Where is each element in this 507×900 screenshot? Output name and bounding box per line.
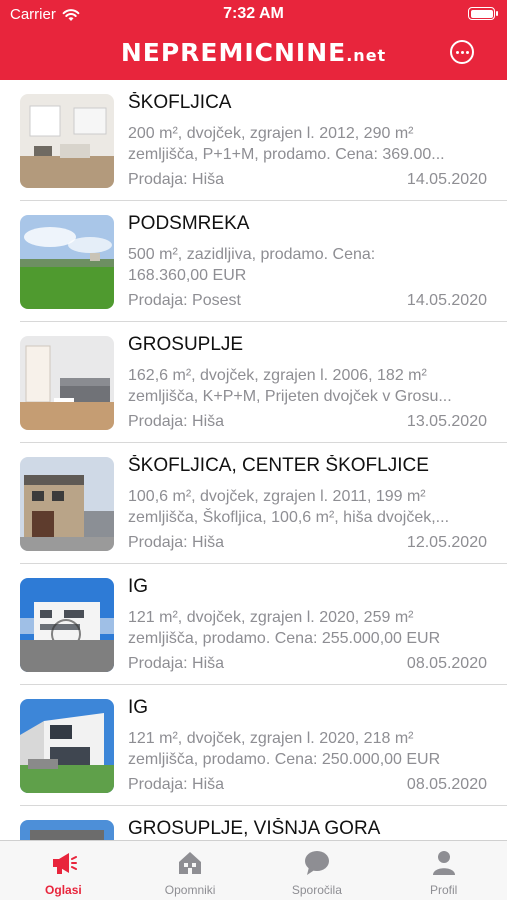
listing-list[interactable]: ŠKOFLJICA 200 m², dvojček, zgrajen l. 20…: [0, 80, 507, 840]
description-line: zemljišča, P+1+M, prodamo. Cena: 369.00.…: [128, 146, 445, 163]
dot: [460, 50, 464, 54]
listing-title: GROSUPLJE: [128, 334, 244, 355]
nav-bar: NEPREMICNINE.net: [0, 30, 507, 78]
listing-row[interactable]: GROSUPLJE 162,6 m², dvojček, zgrajen l. …: [0, 322, 507, 443]
tab-bar: Oglasi Opomniki Sporočila Profil: [0, 840, 507, 900]
listing-description: 500 m², zazidljiva, prodamo. Cena: 168.3…: [128, 244, 480, 286]
description-line: 200 m², dvojček, zgrajen l. 2012, 290 m²: [128, 125, 414, 142]
tab-oglasi[interactable]: Oglasi: [0, 841, 127, 900]
listing-row[interactable]: ŠKOFLJICA, CENTER ŠKOFLJICE 100,6 m², dv…: [0, 443, 507, 564]
tab-opomniki[interactable]: Opomniki: [127, 841, 254, 900]
listing-description: 162,6 m², dvojček, zgrajen l. 2006, 182 …: [128, 365, 480, 407]
tab-sporocila[interactable]: Sporočila: [254, 841, 381, 900]
listing-thumbnail: [20, 94, 114, 188]
listing-date: 08.05.2020: [406, 655, 487, 672]
tab-label: Opomniki: [164, 883, 216, 897]
dot: [455, 50, 459, 54]
more-options-button[interactable]: [450, 40, 474, 64]
tab-label: Profil: [429, 883, 458, 897]
listing-title: IG: [128, 576, 149, 597]
listing-thumbnail: [20, 336, 114, 430]
listing-type: Prodaja: Posest: [128, 292, 241, 309]
description-line: 162,6 m², dvojček, zgrajen l. 2006, 182 …: [128, 367, 427, 384]
listing-description: 200 m², dvojček, zgrajen l. 2012, 290 m²…: [128, 123, 480, 165]
listing-title: PODSMREKA: [128, 213, 250, 234]
description-line: 168.360,00 EUR: [128, 267, 247, 284]
tab-profil[interactable]: Profil: [380, 841, 507, 900]
description-line: 500 m², zazidljiva, prodamo. Cena:: [128, 246, 376, 263]
listing-date: 08.05.2020: [406, 776, 487, 793]
house-icon: [179, 852, 202, 874]
listing-type: Prodaja: Hiša: [128, 413, 225, 430]
tab-label: Sporočila: [291, 883, 342, 897]
status-time: 7:32 AM: [223, 5, 284, 22]
listing-row[interactable]: GROSUPLJE, VIŠNJA GORA: [0, 806, 507, 840]
listing-row[interactable]: IG 121 m², dvojček, zgrajen l. 2020, 218…: [0, 685, 507, 806]
description-line: zemljišča, prodamo. Cena: 250.000,00 EUR: [128, 751, 441, 768]
tab-label: Oglasi: [45, 883, 82, 897]
battery-icon: [468, 7, 498, 20]
listing-date: 13.05.2020: [406, 413, 487, 430]
listing-type: Prodaja: Hiša: [128, 655, 225, 672]
listing-description: 121 m², dvojček, zgrajen l. 2020, 259 m²…: [128, 607, 480, 649]
logo-brand: NEPREMICNINE: [120, 38, 347, 67]
status-bar: Carrier 7:32 AM: [0, 0, 507, 28]
description-line: 121 m², dvojček, zgrajen l. 2020, 259 m²: [128, 609, 414, 626]
listing-row[interactable]: PODSMREKA 500 m², zazidljiva, prodamo. C…: [0, 201, 507, 322]
listing-description: 100,6 m², dvojček, zgrajen l. 2011, 199 …: [128, 486, 480, 528]
description-line: 121 m², dvojček, zgrajen l. 2020, 218 m²: [128, 730, 414, 747]
megaphone-icon: [53, 853, 78, 874]
listing-date: 14.05.2020: [406, 171, 487, 188]
listing-title: ŠKOFLJICA, CENTER ŠKOFLJICE: [128, 455, 429, 476]
listing-date: 14.05.2020: [406, 292, 487, 309]
listing-thumbnail: [20, 578, 114, 672]
listing-thumbnail: [20, 820, 114, 840]
person-icon: [432, 851, 455, 875]
app-header: Carrier 7:32 AM NEPREMICNINE.net: [0, 0, 507, 80]
description-line: zemljišča, Škofljica, 100,6 m², hiša dvo…: [128, 509, 450, 526]
listing-title: IG: [128, 697, 149, 718]
listing-type: Prodaja: Hiša: [128, 534, 225, 551]
listing-row[interactable]: IG 121 m², dvojček, zgrajen l. 2020, 259…: [0, 564, 507, 685]
chat-bubble-icon: [304, 851, 329, 875]
listing-row[interactable]: ŠKOFLJICA 200 m², dvojček, zgrajen l. 20…: [0, 80, 507, 201]
description-line: zemljišča, prodamo. Cena: 255.000,00 EUR: [128, 630, 441, 647]
dot: [465, 50, 469, 54]
listing-type: Prodaja: Hiša: [128, 776, 225, 793]
app-logo: NEPREMICNINE.net: [0, 38, 507, 67]
listing-title: GROSUPLJE, VIŠNJA GORA: [128, 818, 381, 839]
description-line: zemljišča, K+P+M, Prijeten dvojček v Gro…: [128, 388, 452, 405]
logo-tld: .net: [346, 46, 387, 65]
listing-type: Prodaja: Hiša: [128, 171, 225, 188]
listing-thumbnail: [20, 215, 114, 309]
listing-thumbnail: [20, 699, 114, 793]
listing-title: ŠKOFLJICA: [128, 92, 232, 113]
description-line: 100,6 m², dvojček, zgrajen l. 2011, 199 …: [128, 488, 426, 505]
listing-thumbnail: [20, 457, 114, 551]
listing-description: 121 m², dvojček, zgrajen l. 2020, 218 m²…: [128, 728, 480, 770]
listing-date: 12.05.2020: [406, 534, 487, 551]
